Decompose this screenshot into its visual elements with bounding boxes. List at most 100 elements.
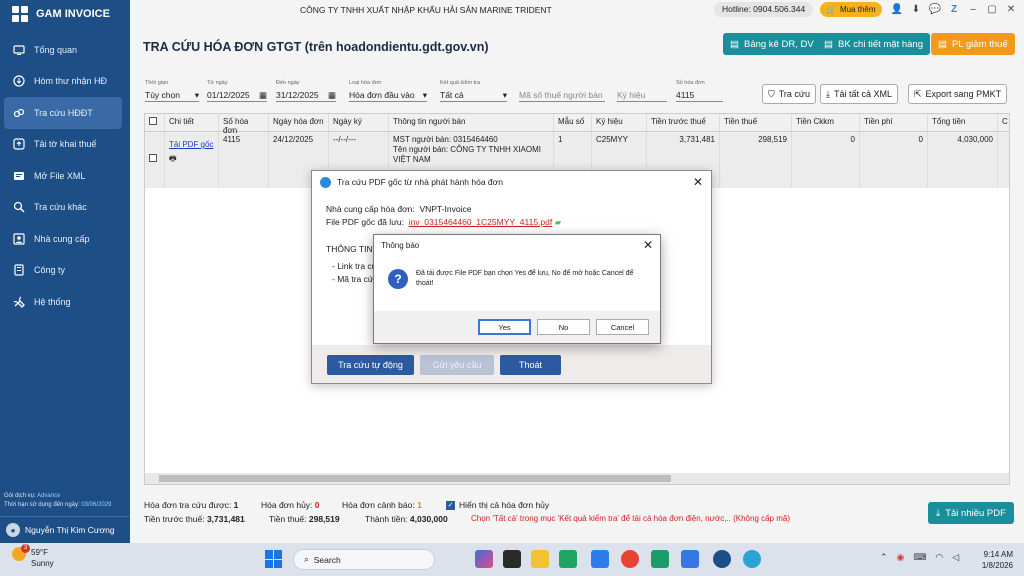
filter-label: Thời gian — [145, 80, 169, 86]
col-nguoi-ban[interactable]: Thông tin người bán — [389, 114, 554, 131]
wifi-icon[interactable]: ◠ — [935, 552, 943, 563]
weather-widget[interactable]: 3 59°F Sunny — [12, 544, 54, 569]
sidebar-item-tra-cuu-khac[interactable]: Tra cứu khác — [0, 192, 130, 224]
search-icon — [12, 201, 25, 214]
tai-pdf-goc-link[interactable]: Tải PDF gốc — [169, 140, 213, 149]
sidebar-item-he-thong[interactable]: Hệ thống — [0, 286, 130, 318]
pdf-file-link[interactable]: inv_0315464460_1C25MYY_4115.pdf — [409, 217, 553, 227]
taskbar-clock[interactable]: 9:14 AM 1/8/2026 — [968, 549, 1013, 571]
col-mau-so[interactable]: Mẫu số — [554, 114, 592, 131]
hien-thi-huy-checkbox[interactable]: ✓ Hiển thị cả hóa đơn hủy — [446, 500, 549, 510]
app-logo: GAM INVOICE — [0, 0, 130, 28]
gam-invoice-taskbar-icon[interactable] — [713, 550, 731, 568]
export-pmkt-button[interactable]: ⇱ Export sang PMKT — [908, 84, 1008, 104]
windows-start-icon[interactable] — [265, 550, 283, 568]
tai-tat-ca-xml-button[interactable]: ⤓ Tải tất cả XML — [820, 84, 899, 104]
checkbox-checked-icon: ✓ — [446, 500, 455, 510]
col-tien-thue[interactable]: Tiền thuế — [720, 114, 792, 131]
download-icon[interactable]: ⬇ — [909, 2, 923, 16]
den-ngay-filter[interactable]: Đến ngày 31/12/2025 ▦ — [276, 80, 336, 102]
dialog-title: Tra cứu PDF gốc từ nhà phát hành hóa đơn — [337, 177, 503, 187]
task-view-icon[interactable] — [503, 550, 521, 568]
pl-giam-thue-button[interactable]: ▤ PL giảm thuế — [931, 33, 1015, 55]
temperature: 59°F — [31, 548, 48, 557]
loai-hoa-don-value: Hóa đơn đầu vào — [349, 90, 415, 100]
tu-ngay-filter[interactable]: Từ ngày 01/12/2025 ▦ — [207, 80, 267, 102]
sidebar-item-cong-ty[interactable]: Công ty — [0, 255, 130, 287]
loai-hoa-don-filter[interactable]: Loại hóa đơn Hóa đơn đầu vào ▾ — [349, 80, 427, 102]
sidebar-item-tong-quan[interactable]: Tổng quan — [0, 34, 130, 66]
provider-value: VNPT-Invoice — [419, 204, 472, 214]
edge-icon[interactable] — [559, 550, 577, 568]
row-checkbox[interactable] — [149, 154, 157, 162]
z-icon[interactable]: Z — [947, 2, 961, 16]
sidebar-item-hom-thu[interactable]: Hòm thư nhận HĐ — [0, 66, 130, 98]
sidebar-item-tai-to-khai[interactable]: Tải tờ khai thuế — [0, 129, 130, 161]
tra-cuu-button[interactable]: ⛉ Tra cứu — [762, 84, 816, 104]
sidebar-item-mo-file-xml[interactable]: Mở File XML — [0, 160, 130, 192]
app-icon — [320, 176, 331, 188]
monitor-icon — [12, 43, 25, 56]
tra-cuu-tu-dong-button[interactable]: Tra cứu tự động — [327, 355, 414, 375]
canh-bao-count: 1 — [417, 500, 422, 510]
search-icon: ⌕ — [304, 554, 309, 564]
col-ky-hieu[interactable]: Ký hiệu — [592, 114, 647, 131]
taskbar-search[interactable]: ⌕ Search — [293, 549, 435, 570]
message-text: Đã tải được File PDF bạn chọn Yes để lưu… — [416, 270, 634, 287]
col-ngay-hoa-don[interactable]: Ngày hóa đơn — [269, 114, 329, 131]
volume-icon[interactable]: ◁ — [952, 552, 959, 563]
support-icon[interactable]: 💬 — [928, 2, 942, 16]
ket-qua-filter[interactable]: Kết quả kiểm tra Tất cả ▾ — [440, 80, 507, 102]
tai-nhieu-pdf-button[interactable]: ⤓ Tải nhiều PDF — [928, 502, 1014, 524]
scroll-thumb[interactable] — [159, 475, 671, 482]
ky-hieu-input[interactable]: Ký hiệu — [617, 80, 667, 102]
no-button[interactable]: No — [537, 319, 590, 335]
excel-icon[interactable] — [651, 550, 669, 568]
close-icon[interactable]: ✕ — [643, 238, 653, 252]
buy-more-button[interactable]: 🛒 Mua thêm — [820, 2, 882, 17]
store-icon[interactable] — [591, 550, 609, 568]
sidebar-item-nha-cung-cap[interactable]: Nhà cung cấp — [0, 223, 130, 255]
user-profile[interactable]: ● Nguyễn Thị Kim Cương — [0, 516, 130, 543]
user-money-icon[interactable]: 👤 — [890, 2, 904, 16]
col-tien-phi[interactable]: Tiền phí — [860, 114, 928, 131]
tai-xml-label: Tải tất cả XML — [833, 89, 893, 99]
col-ngay-ky[interactable]: Ngày ký — [329, 114, 389, 131]
thoat-button[interactable]: Thoát — [500, 355, 561, 375]
minimize-icon[interactable]: – — [966, 2, 980, 16]
security-icon[interactable]: ◉ — [897, 552, 905, 563]
cancel-button[interactable]: Cancel — [596, 319, 649, 335]
printer-icon[interactable]: 🖶 — [169, 149, 214, 167]
sidebar-item-tra-cuu-hddt[interactable]: Tra cứu HĐĐT — [4, 97, 122, 129]
col-tien-ckkm[interactable]: Tiền Ckkm — [792, 114, 860, 131]
sidebar-item-label: Tra cứu HĐĐT — [34, 107, 93, 118]
select-all-checkbox[interactable] — [149, 117, 157, 125]
maximize-icon[interactable]: ▢ — [985, 2, 999, 16]
col-so-hoa-don[interactable]: Số hóa đơn — [219, 114, 269, 135]
horizontal-scrollbar[interactable] — [145, 473, 1009, 484]
yes-button[interactable]: Yes — [478, 319, 531, 335]
col-tong-tien[interactable]: Tổng tiền — [928, 114, 998, 131]
col-tien-truoc-thue[interactable]: Tiền trước thuế — [647, 114, 720, 131]
copilot-icon[interactable] — [475, 550, 493, 568]
bk-chi-tiet-button[interactable]: ▤ BK chi tiết mặt hàng — [817, 33, 931, 55]
close-icon[interactable]: ✕ — [693, 175, 703, 189]
app-taskbar-icon[interactable] — [743, 550, 761, 568]
file-explorer-icon[interactable] — [531, 550, 549, 568]
calendar-icon: ▦ — [327, 89, 336, 100]
so-hoa-don-input[interactable]: Số hóa đơn 4115 — [676, 80, 723, 102]
close-icon[interactable]: ✕ — [1004, 2, 1018, 16]
mst-input[interactable]: Mã số thuế người bán — [519, 80, 605, 102]
tra-cuu-count: 1 — [233, 500, 239, 510]
col-c[interactable]: C — [998, 114, 1010, 131]
folder-icon[interactable]: ▰ — [555, 217, 562, 227]
language-icon[interactable]: ⌨ — [913, 552, 926, 563]
col-chi-tiet[interactable]: Chi tiết — [165, 114, 219, 131]
thoi-gian-filter[interactable]: Thời gian Tùy chọn ▾ — [145, 80, 199, 102]
chrome-icon[interactable] — [621, 550, 639, 568]
chevron-up-icon[interactable]: ⌃ — [880, 552, 888, 563]
service-info: Gói dịch vụ: Advance Thời hạn sử dụng đế… — [0, 490, 130, 512]
bang-ke-button[interactable]: ▤ Bảng kê DR, DV — [723, 33, 821, 55]
mail-icon[interactable] — [681, 550, 699, 568]
gui-yeu-cau-button[interactable]: Gửi yêu cầu — [420, 355, 494, 375]
